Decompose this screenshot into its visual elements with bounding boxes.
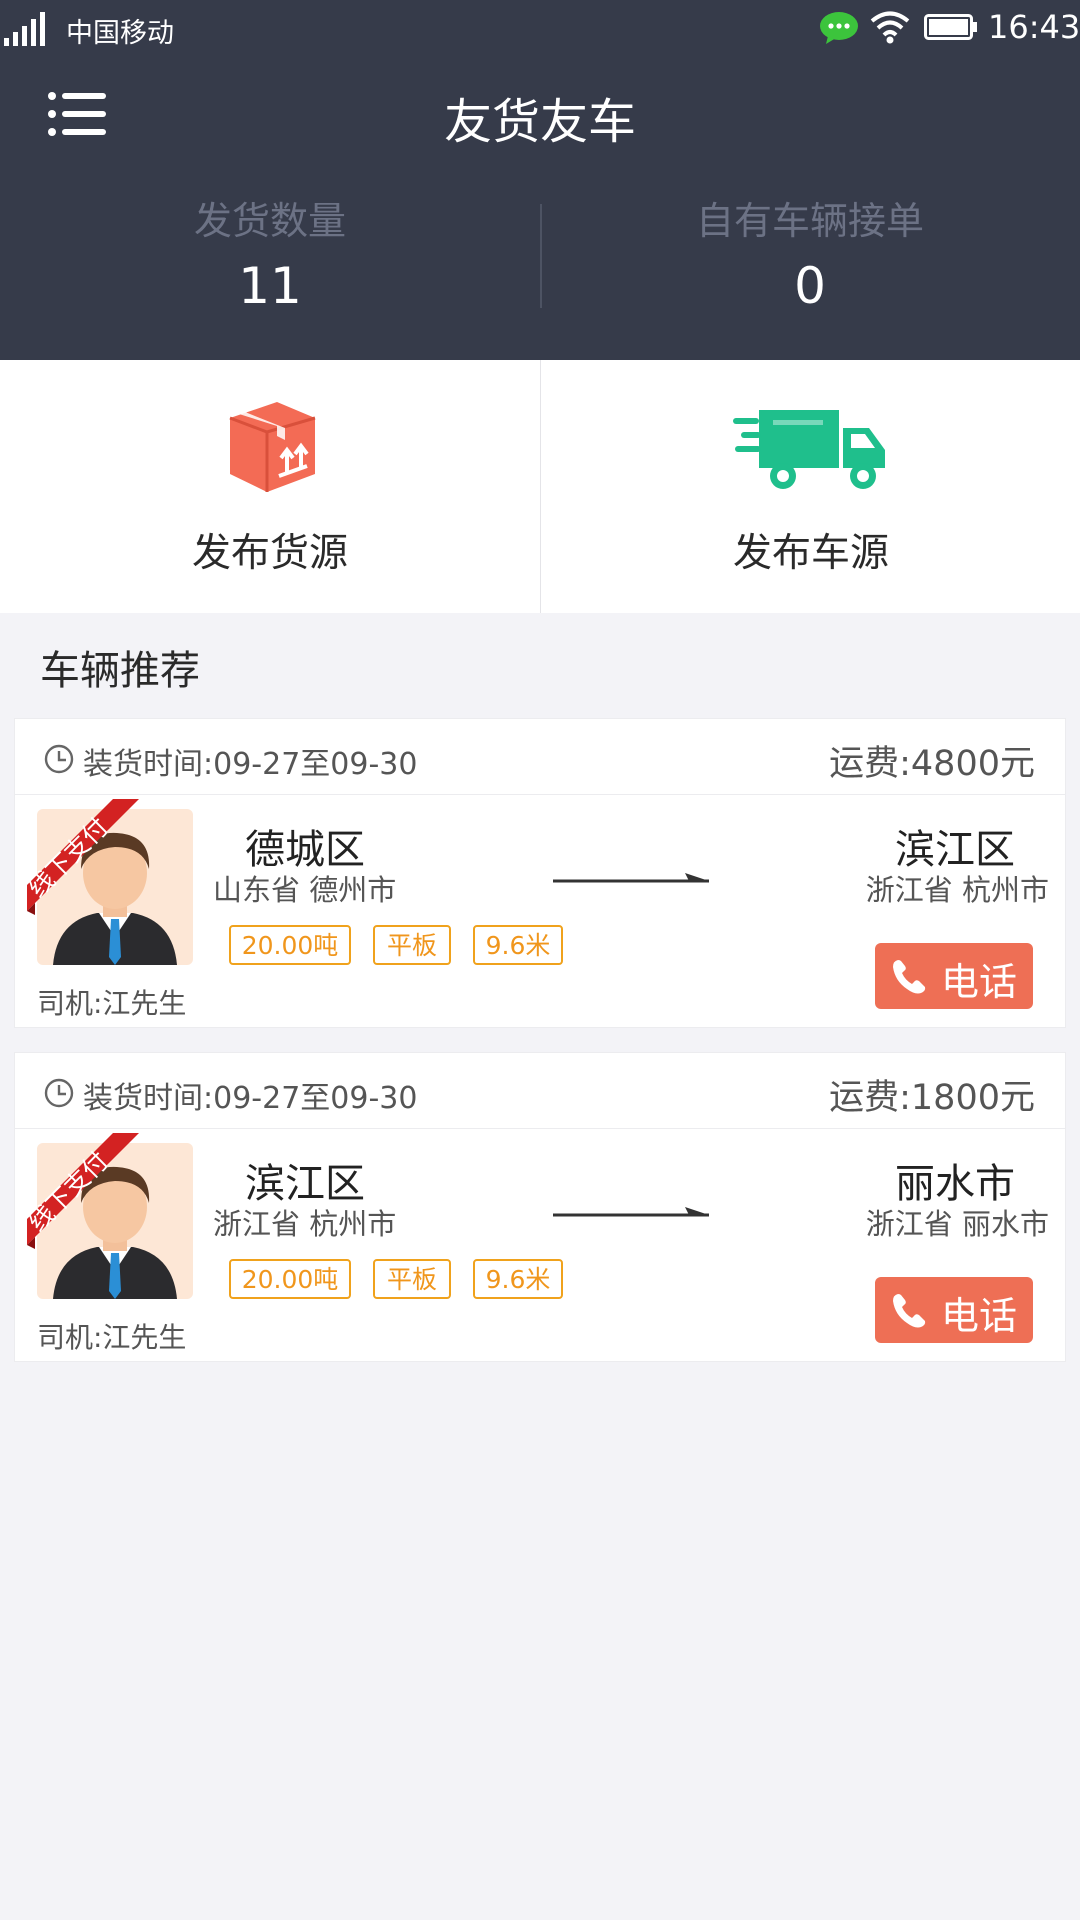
action-label: 发布车源 [732,531,889,576]
call-label: 电话 [941,960,1018,1004]
tag-body-type: 平板 [373,925,451,965]
action-label: 发布货源 [191,531,348,576]
destination-province: 浙江省 杭州市 [865,873,1049,907]
stat-own-vehicle-orders[interactable]: 自有车辆接单 0 [540,190,1080,315]
clock-icon [44,744,74,774]
stat-shipments[interactable]: 发货数量 11 [0,190,540,315]
phone-icon [893,960,926,994]
driver-name: 司机:江先生 [37,1321,187,1354]
origin-province: 山东省 德州市 [213,873,397,907]
quick-actions: 发布货源 发布车源 [0,360,1080,613]
battery-icon [924,14,977,40]
tag-length: 9.6米 [473,1259,563,1299]
stat-value: 11 [238,257,302,315]
load-time: 装货时间:09-27至09-30 [83,747,418,782]
freight-fee: 运费:4800元 [829,744,1035,784]
stat-label: 自有车辆接单 [695,199,924,243]
vehicle-card[interactable]: 装货时间:09-27至09-30 运费:4800元 线下支付 线下支付 德城区 … [14,718,1066,1028]
call-button[interactable]: 电话 [875,1277,1033,1343]
wifi-icon [870,11,910,44]
chat-notification-icon [820,12,858,44]
box-icon [229,402,316,492]
card-header: 装货时间:09-27至09-30 运费:4800元 [15,719,1065,795]
truck-icon [733,410,885,489]
publish-cargo-button[interactable]: 发布货源 [0,360,540,613]
clock-time: 16:43 [988,8,1080,46]
tag-body-type: 平板 [373,1259,451,1299]
badge-label: 线下支付 [27,812,114,903]
load-time: 装货时间:09-27至09-30 [83,1081,418,1116]
vehicle-card[interactable]: 装货时间:09-27至09-30 运费:1800元 线下支付 滨江区 浙江省 杭… [14,1052,1066,1362]
phone-icon [893,1294,926,1328]
route-arrow-icon [553,873,709,883]
status-bar: 中国移动 16:43 [0,0,1080,56]
tag-weight: 20.00吨 [229,925,351,965]
card-header: 装货时间:09-27至09-30 运费:1800元 [15,1053,1065,1129]
call-button[interactable]: 电话 [875,943,1033,1009]
section-title: 车辆推荐 [40,648,200,694]
origin-province: 浙江省 杭州市 [213,1207,397,1241]
route-arrow-icon [553,1207,709,1217]
header: 友货友车 发货数量 11 自有车辆接单 0 [0,56,1080,360]
freight-fee: 运费:1800元 [829,1078,1035,1118]
call-label: 电话 [941,1294,1018,1338]
carrier-name: 中国移动 [66,18,174,49]
publish-vehicle-button[interactable]: 发布车源 [541,360,1080,613]
stat-label: 发货数量 [193,199,346,243]
offline-payment-ribbon: 线下支付 [27,799,139,915]
tag-weight: 20.00吨 [229,1259,351,1299]
stat-value: 0 [794,257,826,315]
page-title: 友货友车 [443,94,636,150]
clock-icon [44,1078,74,1108]
driver-name: 司机:江先生 [37,987,187,1020]
destination-province: 浙江省 丽水市 [865,1207,1049,1241]
signal-icon [4,12,45,46]
offline-payment-ribbon: 线下支付 [27,1133,139,1249]
tag-length: 9.6米 [473,925,563,965]
badge-label: 线下支付 [27,1146,114,1237]
